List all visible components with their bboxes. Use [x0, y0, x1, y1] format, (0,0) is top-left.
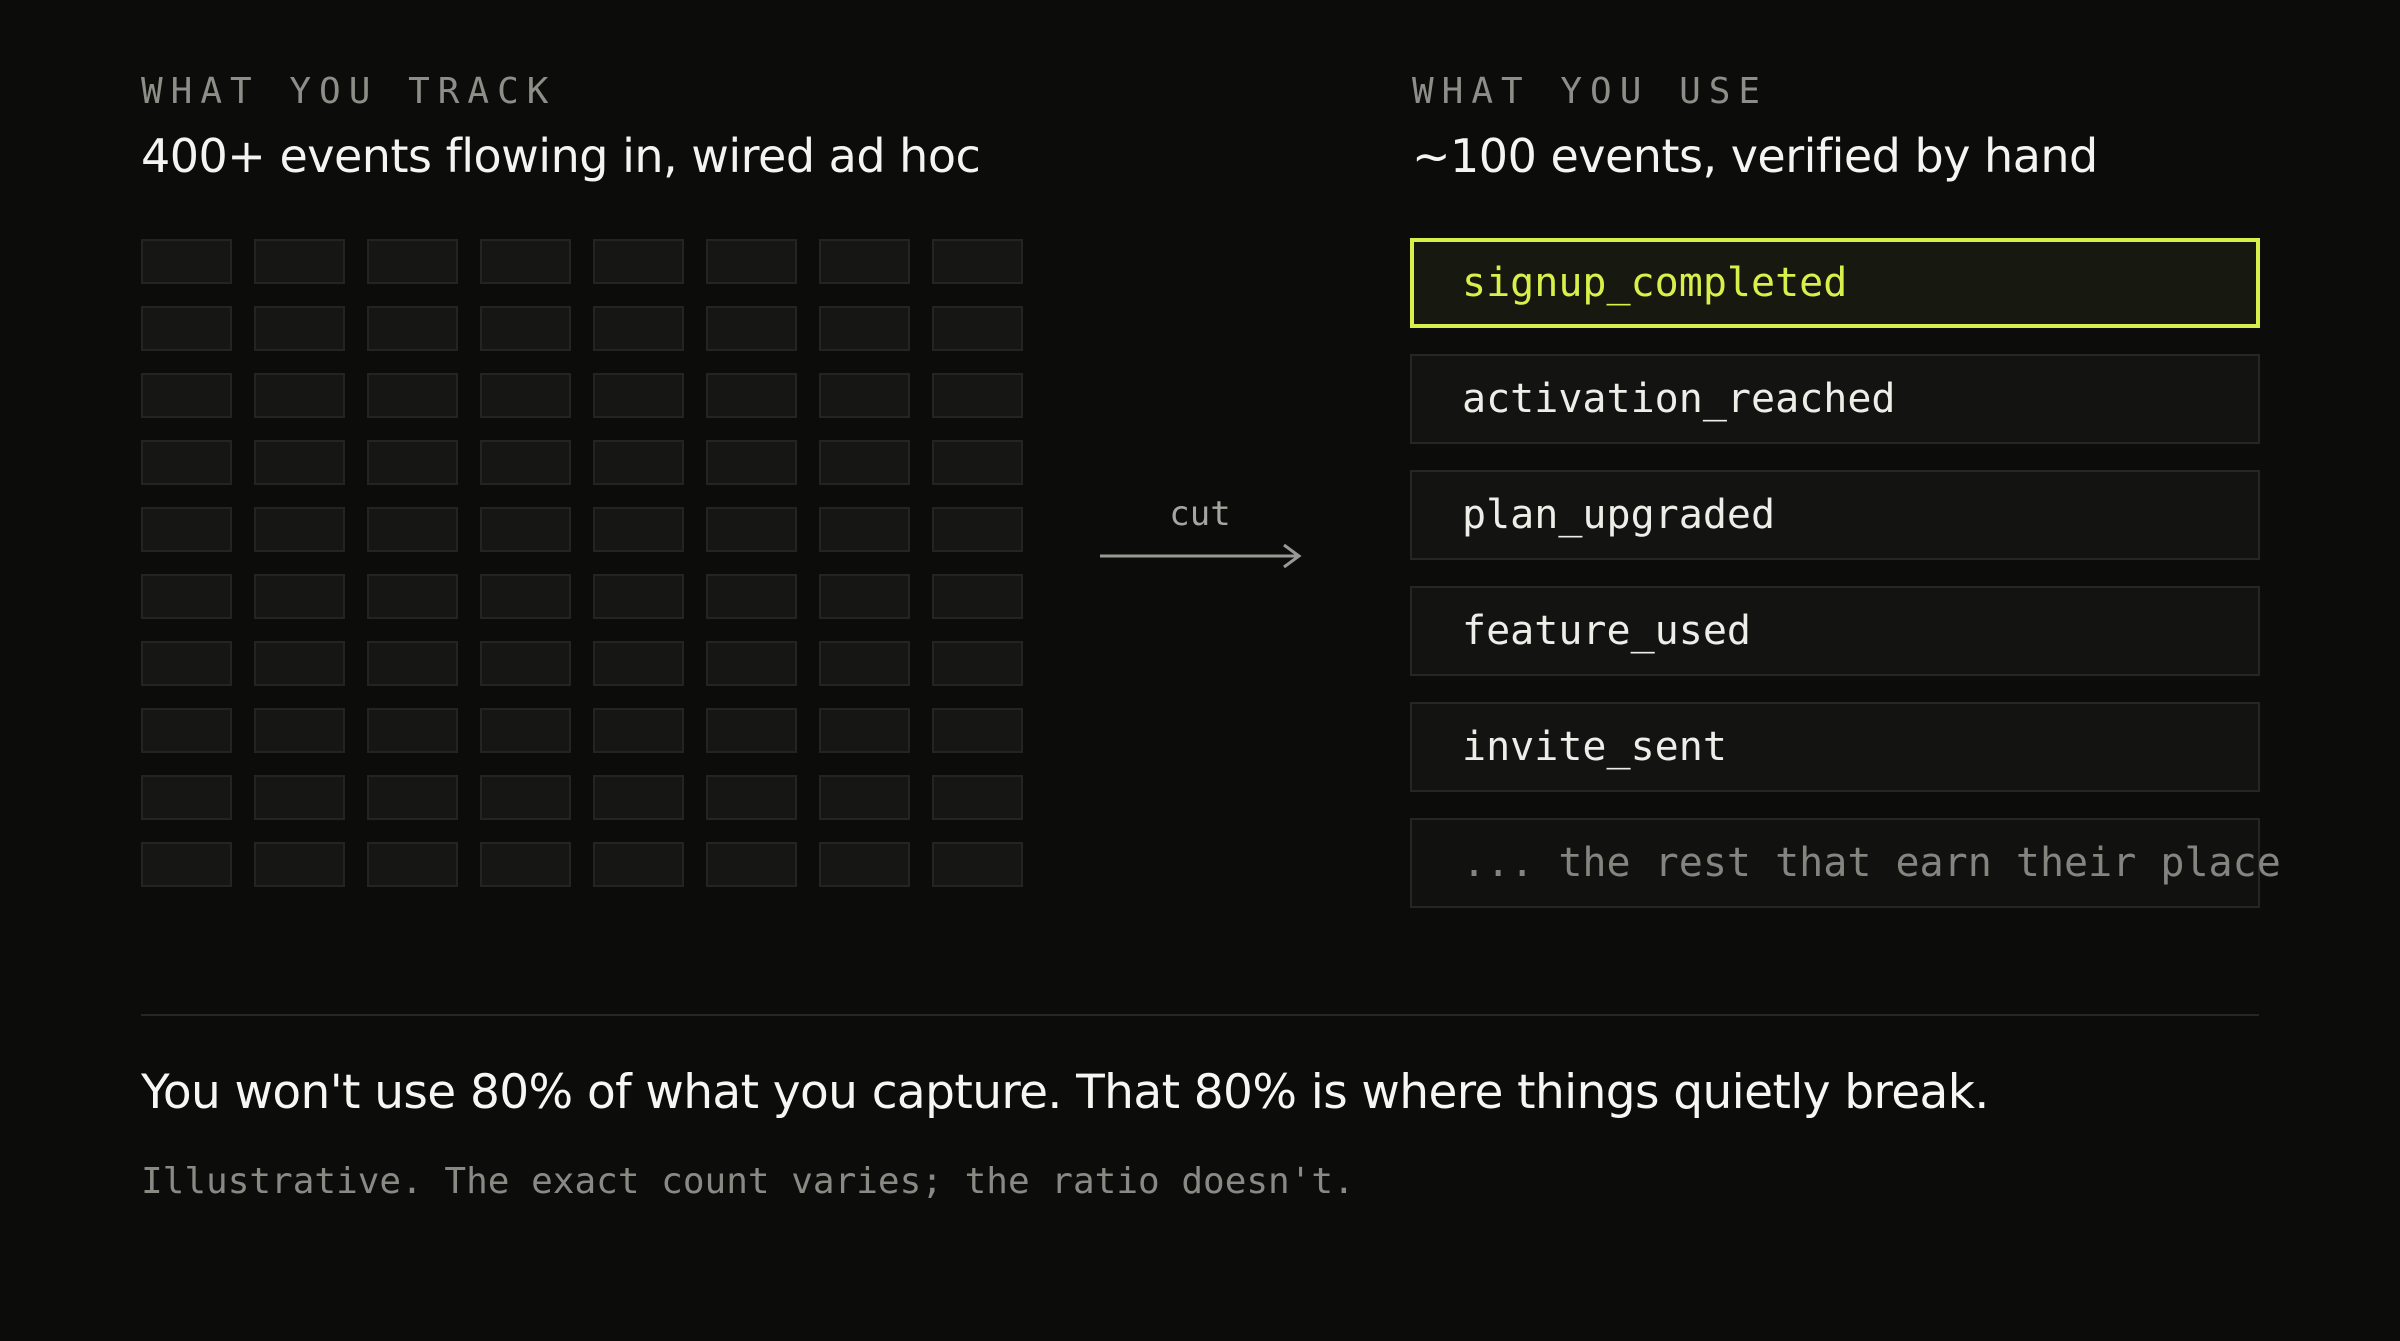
grid-cell — [254, 306, 345, 351]
grid-cell — [706, 239, 797, 284]
grid-cell — [480, 507, 571, 552]
grid-cell — [932, 239, 1023, 284]
grid-cell — [141, 507, 232, 552]
grid-cell — [141, 574, 232, 619]
grid-cell — [932, 708, 1023, 753]
grid-cell — [706, 306, 797, 351]
grid-cell — [706, 708, 797, 753]
grid-cell — [254, 507, 345, 552]
grid-cell — [480, 641, 571, 686]
grid-cell — [367, 306, 458, 351]
grid-cell — [480, 574, 571, 619]
grid-cell — [367, 775, 458, 820]
grid-cell — [819, 373, 910, 418]
grid-cell — [480, 306, 571, 351]
grid-cell — [254, 574, 345, 619]
grid-cell — [819, 239, 910, 284]
left-eyebrow: WHAT YOU TRACK — [141, 71, 557, 112]
grid-cell — [141, 775, 232, 820]
event-item-rest: ... the rest that earn their place — [1410, 818, 2281, 908]
grid-cell — [254, 775, 345, 820]
grid-cell — [593, 373, 684, 418]
grid-cell — [254, 641, 345, 686]
grid-cell — [932, 775, 1023, 820]
grid-cell — [254, 708, 345, 753]
grid-cell — [367, 641, 458, 686]
event-item: plan_upgraded — [1410, 470, 2260, 560]
grid-cell — [141, 239, 232, 284]
grid-cell — [367, 842, 458, 887]
event-item-highlighted: signup_completed — [1410, 238, 2260, 328]
grid-cell — [480, 708, 571, 753]
arrow-right-icon — [1100, 543, 1302, 569]
grid-cell — [593, 440, 684, 485]
grid-cell — [141, 842, 232, 887]
grid-cell — [367, 708, 458, 753]
grid-cell — [367, 507, 458, 552]
grid-cell — [819, 440, 910, 485]
grid-cell — [141, 708, 232, 753]
grid-cell — [819, 574, 910, 619]
grid-cell — [593, 775, 684, 820]
grid-cell — [593, 574, 684, 619]
used-events-list: signup_completed activation_reached plan… — [1410, 238, 2281, 934]
grid-cell — [932, 373, 1023, 418]
grid-cell — [254, 842, 345, 887]
grid-cell — [932, 641, 1023, 686]
grid-cell — [932, 440, 1023, 485]
grid-cell — [706, 641, 797, 686]
grid-cell — [706, 507, 797, 552]
grid-cell — [254, 440, 345, 485]
grid-cell — [593, 239, 684, 284]
event-item: feature_used — [1410, 586, 2260, 676]
grid-cell — [480, 842, 571, 887]
section-divider — [141, 1014, 2259, 1016]
grid-cell — [593, 842, 684, 887]
grid-cell — [480, 440, 571, 485]
grid-cell — [932, 507, 1023, 552]
grid-cell — [593, 306, 684, 351]
grid-cell — [141, 641, 232, 686]
grid-cell — [819, 775, 910, 820]
grid-cell — [480, 775, 571, 820]
grid-cell — [367, 440, 458, 485]
grid-cell — [706, 440, 797, 485]
grid-cell — [932, 574, 1023, 619]
grid-cell — [254, 373, 345, 418]
grid-cell — [819, 306, 910, 351]
grid-cell — [593, 641, 684, 686]
grid-cell — [141, 306, 232, 351]
grid-cell — [593, 507, 684, 552]
grid-cell — [819, 842, 910, 887]
grid-cell — [480, 239, 571, 284]
grid-cell — [706, 842, 797, 887]
grid-cell — [480, 373, 571, 418]
cut-label: cut — [1169, 494, 1231, 534]
grid-cell — [593, 708, 684, 753]
right-heading: ~100 events, verified by hand — [1412, 129, 2098, 183]
grid-cell — [141, 440, 232, 485]
grid-cell — [706, 775, 797, 820]
grid-cell — [141, 373, 232, 418]
conclusion-text: You won't use 80% of what you capture. T… — [141, 1065, 1989, 1120]
footnote-text: Illustrative. The exact count varies; th… — [141, 1161, 1355, 1202]
grid-cell — [254, 239, 345, 284]
grid-cell — [367, 574, 458, 619]
tracked-events-grid — [141, 239, 1023, 887]
grid-cell — [819, 641, 910, 686]
grid-cell — [367, 373, 458, 418]
grid-cell — [932, 842, 1023, 887]
grid-cell — [932, 306, 1023, 351]
grid-cell — [706, 373, 797, 418]
event-item: activation_reached — [1410, 354, 2260, 444]
grid-cell — [819, 708, 910, 753]
grid-cell — [367, 239, 458, 284]
event-item: invite_sent — [1410, 702, 2260, 792]
grid-cell — [819, 507, 910, 552]
right-eyebrow: WHAT YOU USE — [1412, 71, 1769, 112]
left-heading: 400+ events flowing in, wired ad hoc — [141, 129, 981, 183]
grid-cell — [706, 574, 797, 619]
